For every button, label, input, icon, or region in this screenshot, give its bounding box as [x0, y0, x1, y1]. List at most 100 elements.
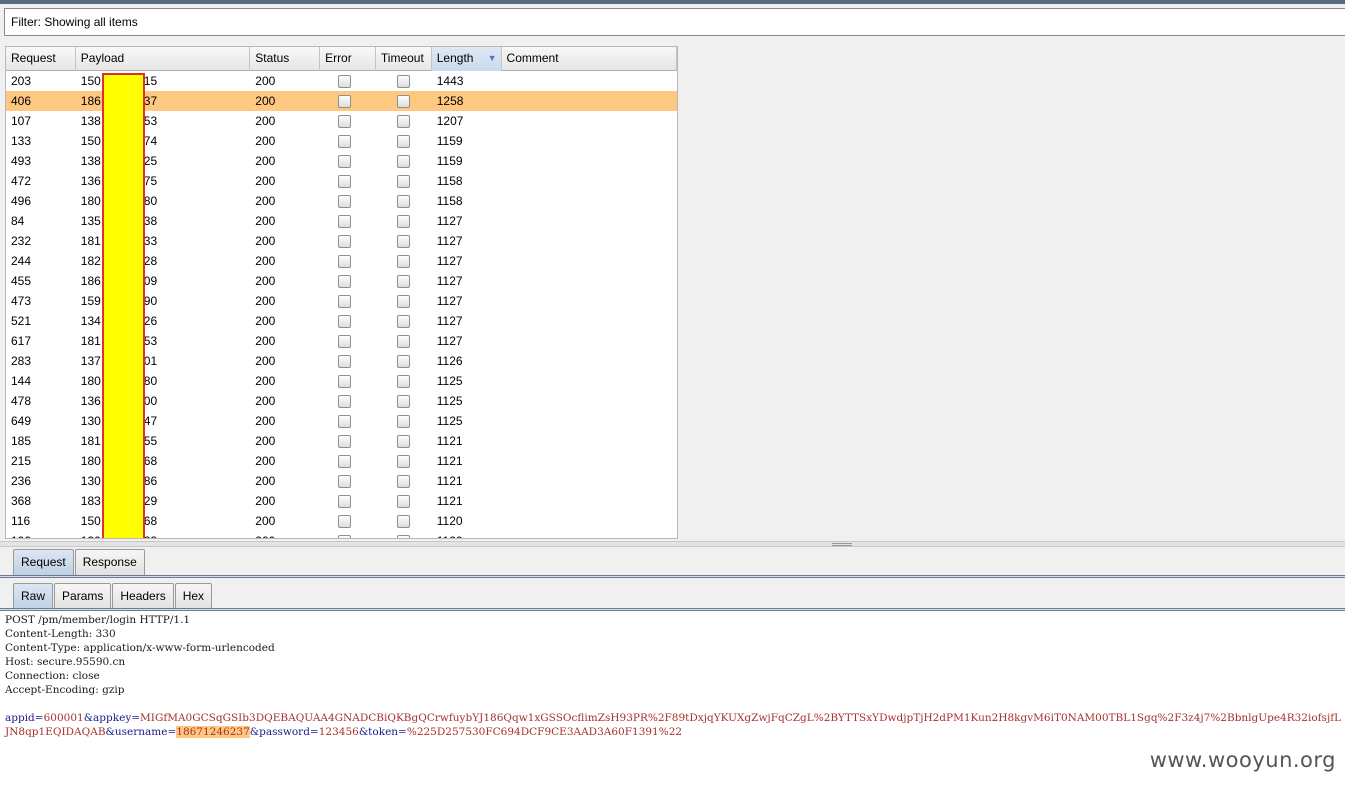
error-checkbox[interactable] — [338, 375, 352, 388]
tab-hex[interactable]: Hex — [174, 583, 213, 609]
column-header-payload[interactable]: Payload — [76, 47, 251, 71]
raw-request-editor[interactable]: POST /pm/member/login HTTP/1.1 Content-L… — [0, 611, 1345, 790]
param-username-key: &username= — [105, 726, 177, 738]
error-checkbox[interactable] — [338, 75, 352, 88]
timeout-checkbox[interactable] — [396, 95, 410, 108]
error-checkbox[interactable] — [338, 335, 352, 348]
timeout-checkbox[interactable] — [396, 215, 410, 228]
tab-headers[interactable]: Headers — [112, 583, 174, 609]
timeout-checkbox[interactable] — [396, 435, 410, 448]
timeout-checkbox[interactable] — [396, 295, 410, 308]
timeout-checkbox[interactable] — [396, 255, 410, 268]
payload-end: 01 — [143, 354, 158, 368]
sort-descending-icon: ▼ — [487, 53, 497, 63]
timeout-checkbox[interactable] — [396, 115, 410, 128]
cell-timeout — [376, 271, 432, 291]
payload-end: 55 — [143, 434, 158, 448]
timeout-checkbox[interactable] — [396, 515, 410, 528]
cell-length: 1127 — [436, 214, 463, 228]
cell-status: 200 — [255, 74, 276, 88]
cell-error — [320, 91, 376, 111]
timeout-checkbox[interactable] — [396, 355, 410, 368]
tab-request[interactable]: Request — [13, 549, 74, 575]
error-checkbox[interactable] — [338, 295, 352, 308]
cell-status: 200 — [255, 214, 276, 228]
error-checkbox[interactable] — [338, 135, 352, 148]
tab-response[interactable]: Response — [74, 549, 145, 575]
error-checkbox[interactable] — [338, 355, 352, 368]
timeout-checkbox[interactable] — [396, 175, 410, 188]
timeout-checkbox[interactable] — [396, 275, 410, 288]
payload-end: 75 — [143, 174, 158, 188]
error-checkbox[interactable] — [338, 155, 352, 168]
column-header-request[interactable]: Request — [6, 47, 76, 71]
view-tabs: Raw Params Headers Hex — [13, 583, 213, 609]
timeout-checkbox[interactable] — [396, 235, 410, 248]
error-checkbox[interactable] — [338, 515, 352, 528]
payload-start: 136 — [80, 394, 101, 408]
error-checkbox[interactable] — [338, 535, 352, 538]
cell-status: 200 — [255, 194, 276, 208]
timeout-checkbox[interactable] — [396, 455, 410, 468]
timeout-checkbox[interactable] — [396, 475, 410, 488]
column-header-timeout[interactable]: Timeout — [376, 47, 432, 71]
pane-splitter[interactable] — [0, 541, 1345, 547]
timeout-checkbox[interactable] — [396, 315, 410, 328]
filter-bar[interactable]: Filter: Showing all items — [4, 8, 1345, 36]
timeout-checkbox[interactable] — [396, 495, 410, 508]
error-checkbox[interactable] — [338, 415, 352, 428]
timeout-checkbox[interactable] — [396, 535, 410, 538]
error-checkbox[interactable] — [338, 395, 352, 408]
timeout-checkbox[interactable] — [396, 195, 410, 208]
error-checkbox[interactable] — [338, 315, 352, 328]
column-header-comment[interactable]: Comment — [502, 47, 677, 71]
error-checkbox[interactable] — [338, 475, 352, 488]
cell-error — [320, 111, 376, 131]
payload-end: 25 — [143, 154, 158, 168]
tab-divider — [0, 575, 1345, 578]
column-header-status[interactable]: Status — [250, 47, 321, 71]
cell-comment — [502, 71, 677, 91]
cell-error — [320, 71, 376, 91]
cell-timeout — [376, 111, 432, 131]
error-checkbox[interactable] — [338, 235, 352, 248]
cell-length: 1121 — [436, 474, 463, 488]
error-checkbox[interactable] — [338, 175, 352, 188]
filter-label: Filter: Showing all items — [11, 15, 138, 29]
cell-length: 1258 — [436, 94, 464, 108]
window-top-strip — [0, 0, 1345, 4]
error-checkbox[interactable] — [338, 275, 352, 288]
timeout-checkbox[interactable] — [396, 335, 410, 348]
column-header-length[interactable]: Length ▼ — [431, 47, 502, 71]
payload-end: 09 — [143, 274, 158, 288]
timeout-checkbox[interactable] — [396, 155, 410, 168]
timeout-checkbox[interactable] — [396, 395, 410, 408]
cell-length: 1120 — [432, 531, 502, 538]
cell-status: 200 — [255, 414, 276, 428]
error-checkbox[interactable] — [338, 195, 352, 208]
tab-raw[interactable]: Raw — [13, 583, 54, 609]
cell-status: 200 — [255, 314, 276, 328]
payload-start: 181 — [80, 234, 101, 248]
error-checkbox[interactable] — [338, 435, 352, 448]
error-checkbox[interactable] — [338, 215, 352, 228]
cell-length: 1207 — [436, 114, 464, 128]
error-checkbox[interactable] — [338, 255, 352, 268]
timeout-checkbox[interactable] — [396, 415, 410, 428]
error-checkbox[interactable] — [338, 115, 352, 128]
timeout-checkbox[interactable] — [396, 135, 410, 148]
cell-length: 1127 — [436, 294, 463, 308]
param-appid-key: appid= — [5, 712, 44, 724]
cell-comment — [502, 191, 677, 211]
column-header-error[interactable]: Error — [320, 47, 376, 71]
error-checkbox[interactable] — [338, 455, 352, 468]
payload-end: 23 — [144, 531, 157, 538]
tab-params[interactable]: Params — [54, 583, 112, 609]
error-checkbox[interactable] — [338, 495, 352, 508]
param-password-key: &password= — [249, 726, 319, 738]
cell-error — [320, 171, 376, 191]
error-checkbox[interactable] — [338, 95, 352, 108]
timeout-checkbox[interactable] — [396, 375, 410, 388]
timeout-checkbox[interactable] — [396, 75, 410, 88]
cell-request: 107 — [11, 114, 32, 128]
